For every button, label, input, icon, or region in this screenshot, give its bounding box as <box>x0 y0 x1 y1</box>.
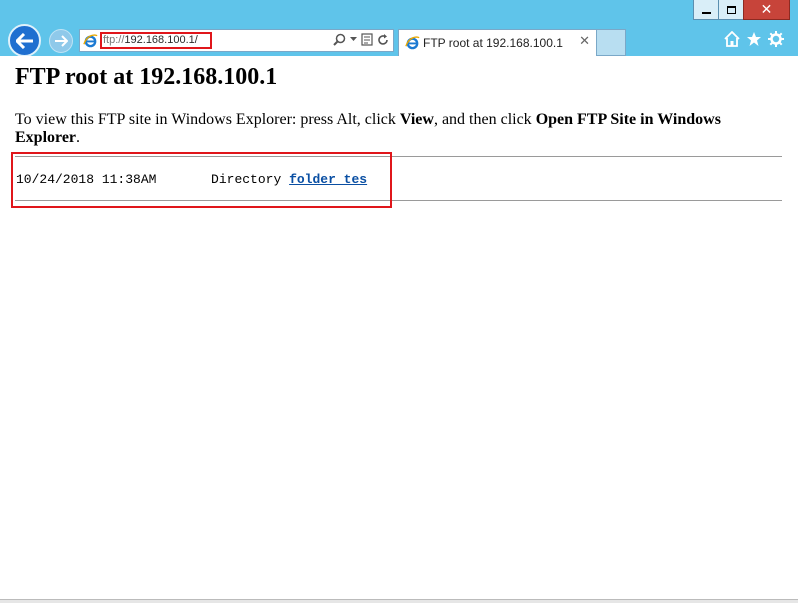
search-dropdown-button[interactable] <box>350 37 357 42</box>
tab-title: FTP root at 192.168.100.1 <box>423 36 563 50</box>
tab-close-button[interactable]: ✕ <box>579 34 590 49</box>
chevron-down-icon <box>350 37 357 41</box>
back-arrow-icon <box>15 32 33 49</box>
url-host: 192.168.100.1/ <box>124 34 198 46</box>
status-strip <box>0 599 798 603</box>
minimize-button[interactable] <box>693 0 719 20</box>
address-bar-icons <box>329 33 389 46</box>
page-title: FTP root at 192.168.100.1 <box>15 64 278 90</box>
forward-button[interactable] <box>49 29 73 53</box>
instructions-part2: , and then click <box>433 111 536 128</box>
tab-ftp-root[interactable]: FTP root at 192.168.100.1 ✕ <box>398 29 597 56</box>
maximize-button[interactable] <box>718 0 744 20</box>
close-button[interactable]: ✕ <box>743 0 790 20</box>
instructions-part1: To view this FTP site in Windows Explore… <box>15 111 400 128</box>
ie-tab-icon <box>405 36 420 50</box>
home-icon <box>724 31 740 47</box>
star-icon <box>747 32 761 46</box>
forward-arrow-icon <box>55 35 68 47</box>
favorites-button[interactable] <box>746 31 762 47</box>
window-controls: ✕ <box>693 0 790 20</box>
search-icon <box>333 33 346 46</box>
maximize-icon <box>726 5 736 14</box>
search-button[interactable] <box>333 33 346 46</box>
instructions-part3: . <box>76 129 81 146</box>
listing-highlight-box <box>11 152 392 208</box>
window-titlebar: ✕ <box>0 0 798 24</box>
gear-icon <box>768 31 784 47</box>
url-protocol: ftp:// <box>103 34 125 46</box>
instructions-text: To view this FTP site in Windows Explore… <box>15 111 755 147</box>
refresh-button[interactable] <box>377 33 389 46</box>
refresh-icon <box>378 33 388 45</box>
settings-button[interactable] <box>768 31 784 47</box>
home-button[interactable] <box>724 31 740 47</box>
back-button[interactable] <box>8 24 41 57</box>
close-icon: ✕ <box>760 1 773 18</box>
command-icons <box>718 31 784 47</box>
minimize-icon <box>701 11 711 14</box>
instructions-view: View <box>399 111 434 128</box>
page-content: FTP root at 192.168.100.1 To view this F… <box>0 56 798 601</box>
compatibility-view-button[interactable] <box>361 33 373 46</box>
compatibility-view-icon <box>361 33 373 46</box>
address-bar[interactable]: ftp://192.168.100.1/ <box>79 29 394 52</box>
ie-page-icon <box>83 34 98 48</box>
new-tab-button[interactable] <box>597 29 626 56</box>
url-field[interactable]: ftp://192.168.100.1/ <box>100 32 212 49</box>
